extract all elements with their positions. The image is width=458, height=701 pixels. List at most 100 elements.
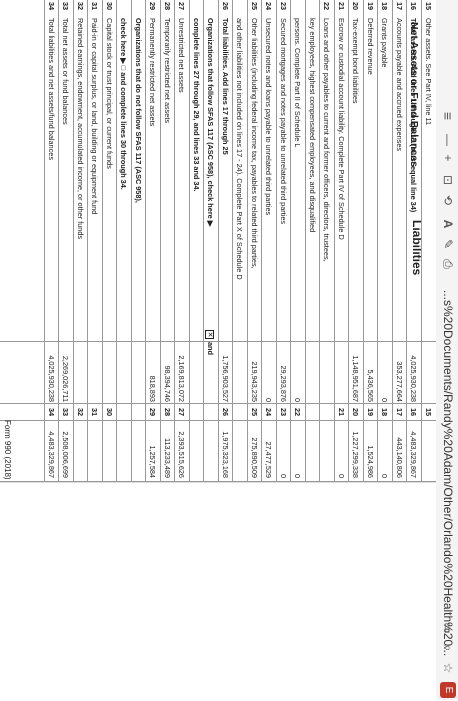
line-ref: 33	[61, 407, 71, 417]
row-rule	[58, 0, 60, 482]
sfas-checkbox[interactable]: ✕	[205, 330, 215, 339]
line-ref: 17	[395, 407, 404, 417]
line-number: 23	[279, 2, 288, 11]
line-number: 28	[163, 2, 172, 11]
line-description: key employees, highest compensated emplo…	[308, 18, 317, 233]
beginning-of-year-value: 4,025,930,238	[409, 355, 419, 402]
read-aloud-icon[interactable]: A	[440, 216, 456, 232]
row-rule	[305, 0, 306, 482]
end-of-year-value: 275,890,509	[250, 437, 259, 478]
row-rule	[290, 0, 292, 482]
beginning-of-year-value: 219,943,235	[250, 361, 259, 402]
fit-page-icon[interactable]: ⊡	[440, 172, 456, 188]
beginning-of-year-value: 98,394,746	[163, 365, 172, 402]
print-icon[interactable]: ⎙	[440, 256, 456, 272]
line-number: 22	[322, 2, 332, 11]
line-description: Loans and other payables to current and …	[322, 18, 332, 262]
line-number: 29	[148, 2, 158, 11]
end-of-year-value: 0	[380, 473, 390, 478]
rotate-icon[interactable]: ⟲	[440, 192, 456, 208]
search-icon[interactable]: ⌕	[440, 640, 456, 656]
row-rule	[334, 0, 335, 482]
row-rule	[174, 0, 176, 482]
row-rule	[87, 0, 89, 482]
line-ref: 32	[76, 407, 85, 417]
end-of-year-value: 4,483,329,867	[47, 431, 56, 478]
menu-icon[interactable]: ≡	[440, 108, 456, 124]
beginning-of-year-value: 4,025,930,238	[47, 355, 56, 402]
sfas-and-label: and	[206, 342, 216, 355]
line-ref: 26	[221, 407, 230, 417]
end-of-year-value: 0	[279, 473, 288, 478]
line-number: 32	[76, 2, 85, 11]
line-ref: 15	[424, 407, 433, 417]
row-rule	[131, 0, 132, 482]
line-ref: 30	[105, 407, 114, 417]
line-number: 20	[351, 2, 361, 11]
zoom-in-icon[interactable]: +	[440, 150, 456, 166]
row-rule	[348, 0, 350, 482]
line-ref: 16	[409, 407, 419, 417]
line-description: Capital stock or trust principal, or cur…	[105, 18, 114, 169]
line-number: 19	[366, 2, 375, 11]
line-description: Retained earnings, endowment, accumulate…	[76, 18, 85, 240]
row-rule	[319, 0, 321, 482]
extension-icon[interactable]: E	[440, 682, 456, 698]
line-description: Paid-in or capital surplus, or land, bui…	[90, 18, 100, 215]
beginning-of-year-value: 0	[293, 397, 303, 402]
end-of-year-value: 4,483,329,867	[409, 431, 419, 478]
row-rule	[73, 0, 74, 482]
row-rule	[116, 0, 118, 482]
end-of-year-value: 1,257,584	[148, 445, 158, 478]
beginning-of-year-value: 818,893	[148, 375, 158, 402]
line-description: check here ▶ □ and complete lines 30 thr…	[119, 18, 129, 190]
browser-toolbar: ≡ — + ⊡ ⟲ A ✎ ⎙ ...s%20Documents/Randy%2…	[435, 0, 458, 700]
row-rule	[406, 0, 408, 482]
row-rule	[377, 0, 379, 482]
row-rule	[247, 0, 248, 482]
row-rule	[421, 0, 422, 482]
line-number: 24	[264, 2, 274, 11]
blank-margin	[0, 482, 436, 701]
line-number: 31	[90, 2, 100, 11]
line-description: Permanently restricted net assets	[148, 18, 158, 127]
row-rule	[232, 0, 234, 482]
beginning-of-year-value: 353,277,664	[395, 361, 404, 402]
line-description: Total liabilities and net assets/fund ba…	[47, 18, 56, 160]
line-description: Other assets. See Part IV, line 11	[424, 18, 433, 126]
line-ref: 25	[250, 407, 259, 417]
tab-icon[interactable]: ▭	[440, 620, 456, 636]
end-of-year-value: 2,508,006,699	[61, 431, 71, 478]
beginning-of-year-value: 1,756,903,527	[221, 355, 230, 402]
line-number: 33	[61, 2, 71, 11]
row-rule	[363, 0, 364, 482]
line-ref: 29	[148, 407, 158, 417]
line-number: 15	[424, 2, 433, 11]
beginning-of-year-value: 2,169,813,072	[177, 355, 187, 402]
line-description: Escrow or custodial account liability. C…	[337, 18, 346, 240]
line-description: Organizations that do not follow SFAS 11…	[134, 18, 143, 203]
row-rule	[218, 0, 219, 482]
line-number: 21	[337, 2, 346, 11]
beginning-of-year-value: 1,148,951,687	[351, 355, 361, 402]
line-description: Unrestricted net assets	[177, 18, 187, 93]
line-description: Tax-exempt bond liabilities	[351, 18, 361, 104]
address-bar[interactable]: ...s%20Documents/Randy%20Adam/Other/Orla…	[441, 290, 455, 656]
line-ref: 28	[163, 407, 172, 417]
end-of-year-value: 1,524,986	[366, 445, 375, 478]
beginning-of-year-value: 5,436,565	[366, 369, 375, 402]
zoom-out-icon[interactable]: —	[440, 132, 456, 148]
rotated-page: ≡ — + ⊡ ⟲ A ✎ ⎙ ...s%20Documents/Randy%2…	[0, 0, 458, 701]
end-of-year-value: 1,975,323,168	[221, 431, 230, 478]
line-description: Secured mortgages and notes payable to u…	[279, 18, 288, 225]
line-number: 26	[221, 2, 230, 11]
row-rule	[189, 0, 190, 482]
draw-icon[interactable]: ✎	[440, 236, 456, 252]
beginning-of-year-value: 0	[380, 397, 390, 402]
line-number: 17	[395, 2, 404, 11]
favorite-star-icon[interactable]: ☆	[440, 660, 456, 676]
line-description: complete lines 27 through 29, and lines …	[192, 18, 201, 192]
line-description: Organizations that follow SFAS 117 (ASC …	[206, 18, 216, 227]
line-number: 18	[380, 2, 390, 11]
beginning-of-year-value: 2,269,026,711	[61, 355, 71, 402]
